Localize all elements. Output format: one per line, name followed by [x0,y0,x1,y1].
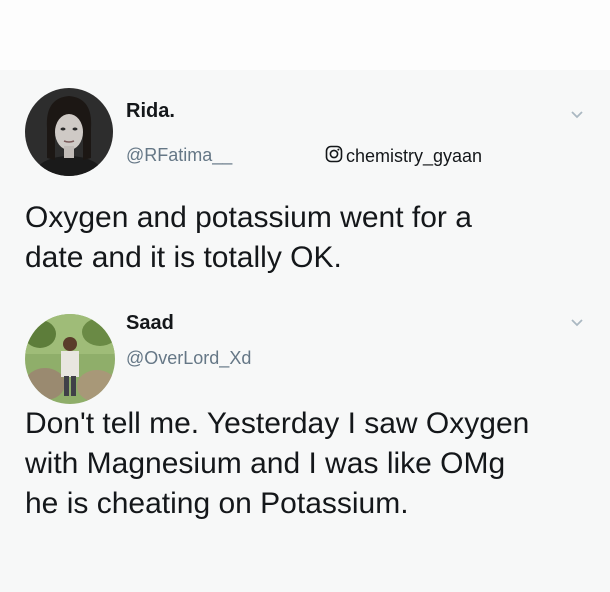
tweet-card: Rida. @RFatima__ chemistry_gyaan Oxygen … [0,70,610,300]
avatar[interactable] [25,314,115,404]
tweet-card: Saad @OverLord_Xd Don't tell me. Yesterd… [0,300,610,548]
tweet-text: Don't tell me. Yesterday I saw Oxygen wi… [25,407,530,520]
chevron-down-icon[interactable] [570,316,584,330]
display-name[interactable]: Rida. [126,100,175,123]
watermark: chemistry_gyaan [325,145,482,168]
watermark-text: chemistry_gyaan [346,146,483,166]
display-name[interactable]: Saad [126,312,174,335]
instagram-icon [325,145,343,168]
chevron-down-icon[interactable] [570,108,584,122]
top-margin [0,0,610,70]
user-handle[interactable]: @OverLord_Xd [126,348,251,369]
user-handle[interactable]: @RFatima__ [126,145,232,166]
bottom-margin [0,548,610,592]
tweet-text: Oxygen and potassium went for a date and… [25,201,472,274]
avatar[interactable] [25,88,113,176]
